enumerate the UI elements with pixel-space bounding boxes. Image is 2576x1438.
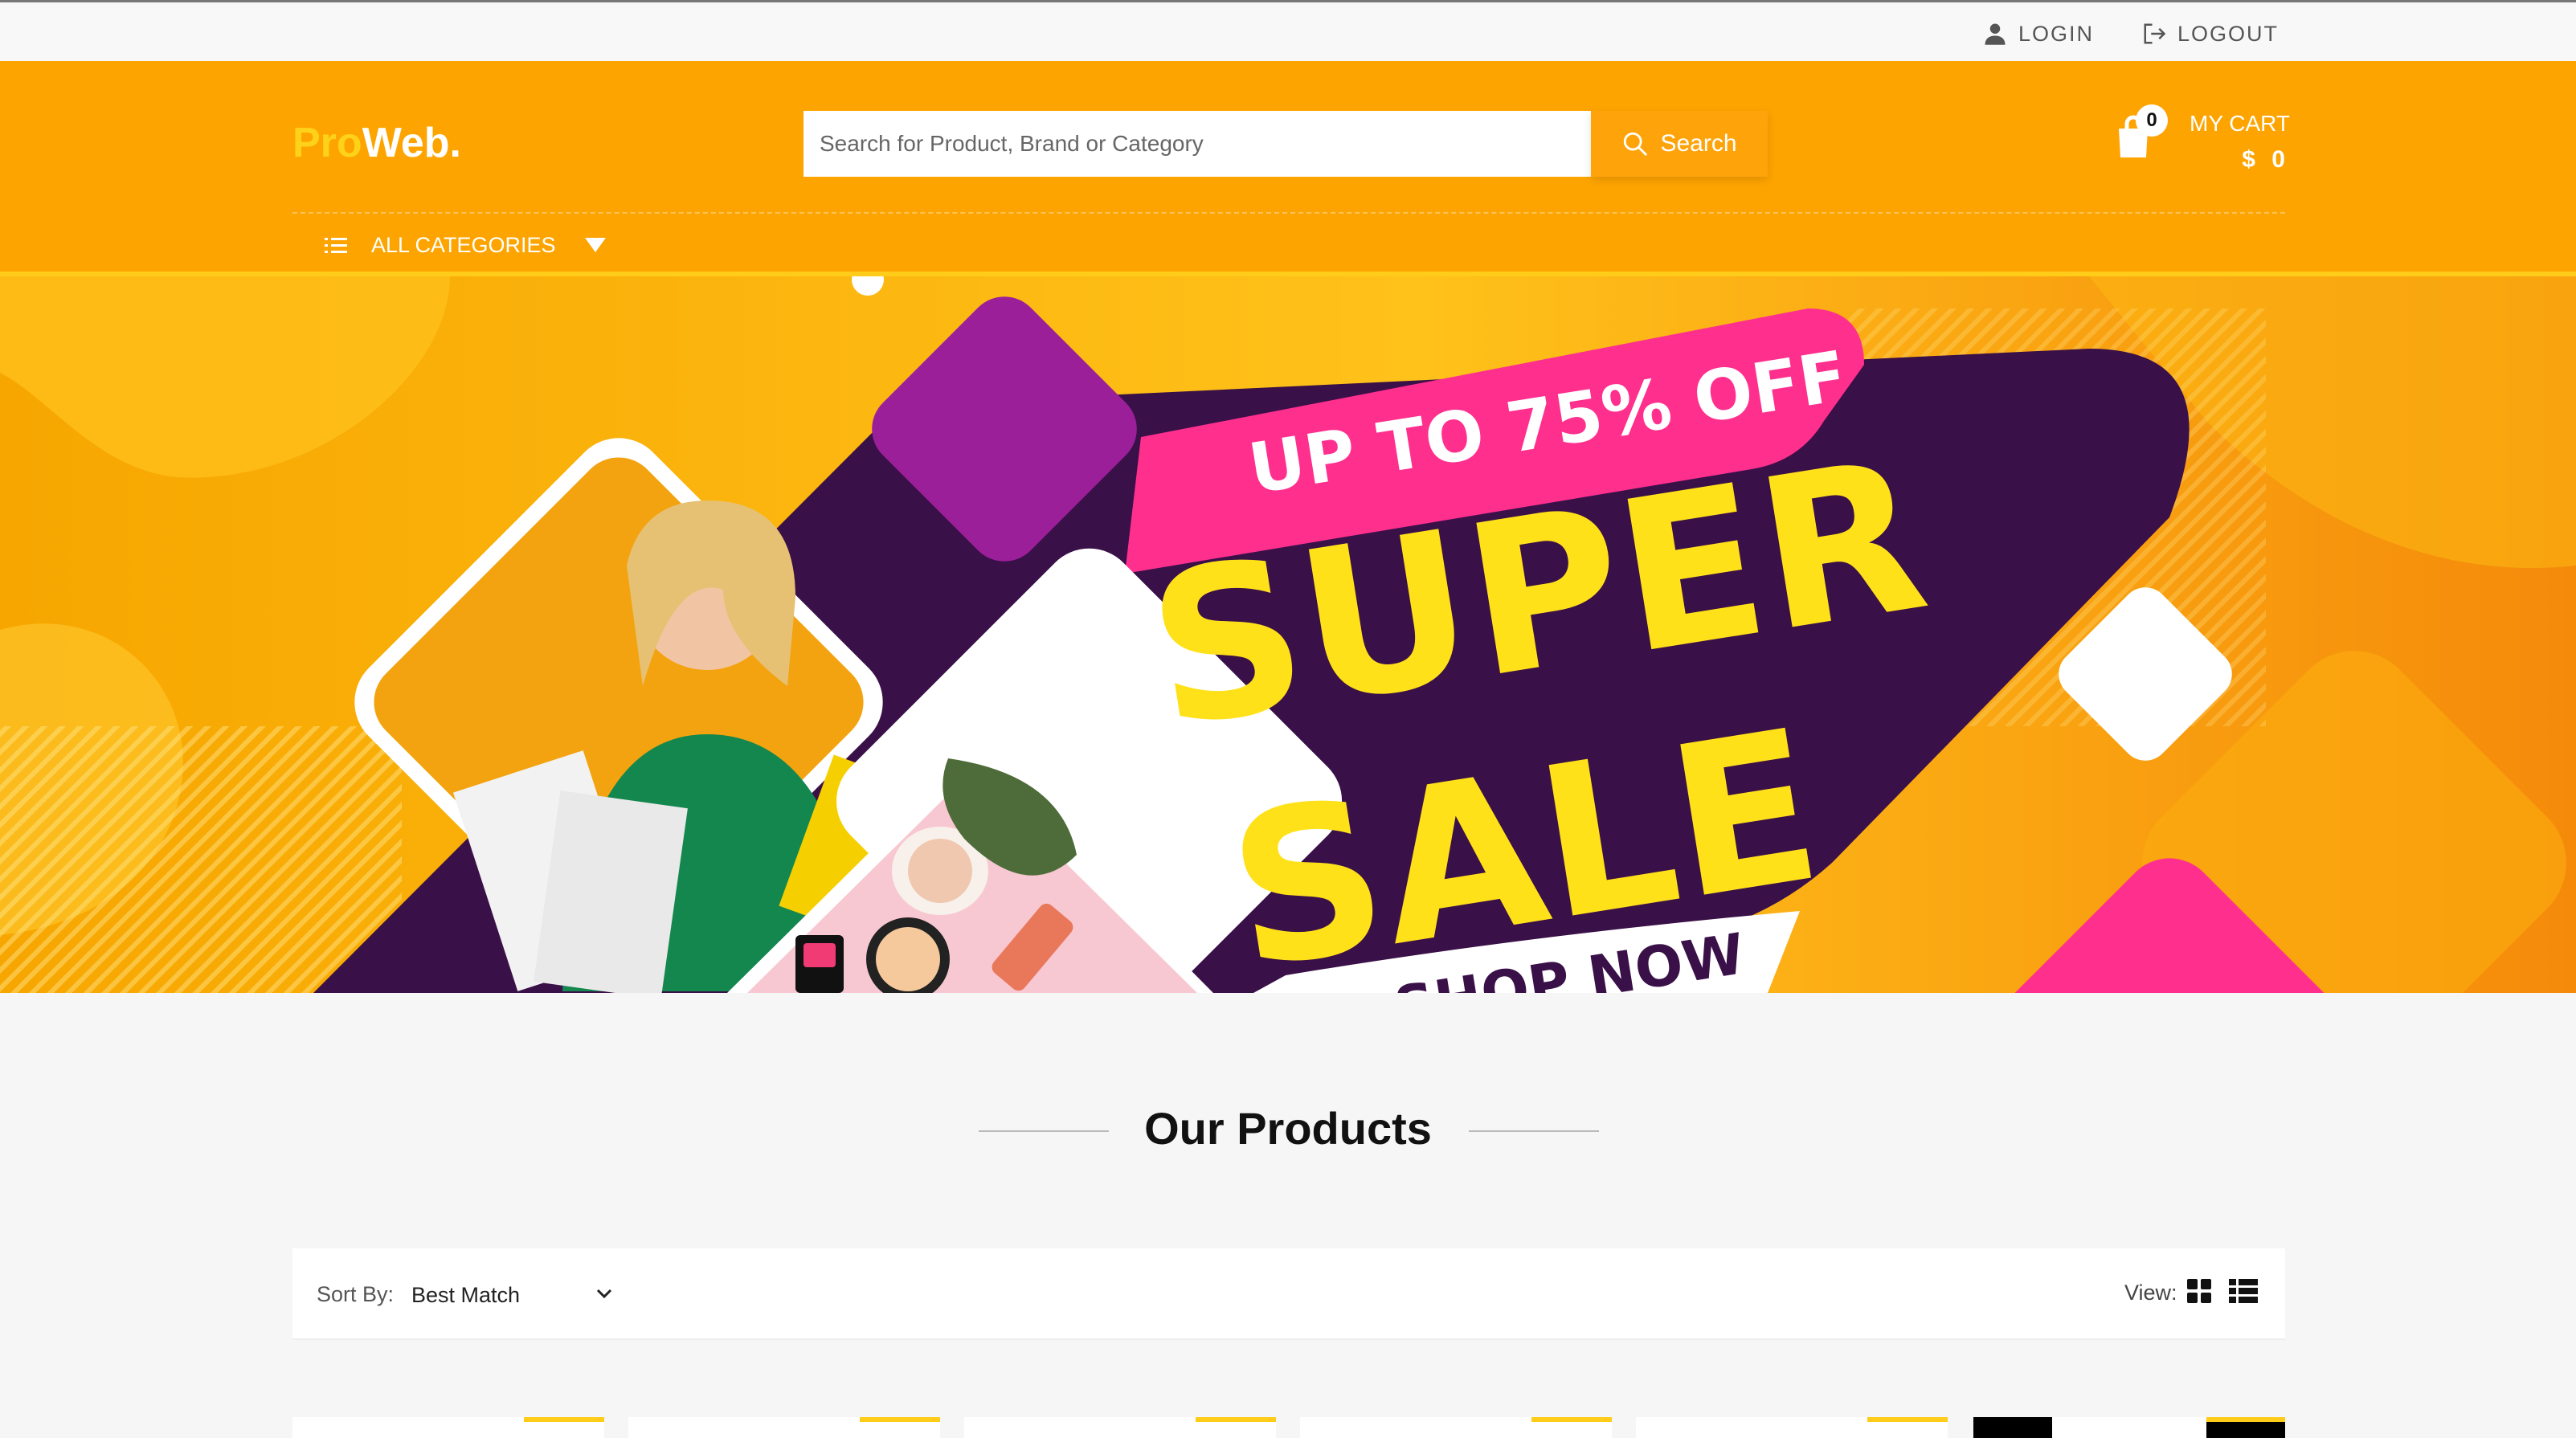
product-badge — [1531, 1417, 1612, 1422]
all-categories-menu[interactable]: ALL CATEGORIES — [325, 225, 606, 265]
chevron-down-icon — [596, 1289, 612, 1299]
logo-suffix: Web. — [362, 120, 461, 166]
login-label: LOGIN — [2018, 21, 2095, 46]
product-card[interactable] — [292, 1417, 604, 1438]
sort-toolbar: Sort By: Best Match View: — [292, 1248, 2285, 1340]
cart-count-badge: 0 — [2136, 104, 2168, 137]
product-grid — [292, 1417, 2285, 1438]
product-image — [1973, 1417, 2052, 1438]
login-link[interactable]: LOGIN — [1983, 20, 2094, 47]
cart-label: MY CART — [2190, 111, 2290, 136]
search-input[interactable] — [803, 111, 1591, 177]
header-divider — [292, 212, 2285, 214]
product-card[interactable] — [628, 1417, 940, 1438]
product-badge — [524, 1417, 604, 1422]
list-icon — [325, 238, 347, 253]
logout-label: LOGOUT — [2177, 21, 2280, 46]
cart-widget[interactable]: 0 MY CART $ 0 — [2113, 104, 2290, 177]
product-card[interactable] — [1636, 1417, 1948, 1438]
sort-select[interactable]: Best Match — [411, 1273, 612, 1317]
product-card[interactable] — [1300, 1417, 1612, 1438]
product-badge — [2206, 1417, 2285, 1422]
cart-total: $ 0 — [2242, 146, 2290, 173]
all-categories-label: ALL CATEGORIES — [371, 232, 556, 257]
hero-banner[interactable]: UP TO 75% OFF SUPER SALE SHOP NOW — [0, 276, 2576, 993]
product-card[interactable] — [964, 1417, 1276, 1438]
search-icon — [1624, 132, 1648, 157]
site-logo[interactable]: ProWeb. — [292, 119, 461, 167]
sort-label: Sort By: — [317, 1282, 395, 1306]
title-line-right — [1469, 1130, 1599, 1132]
sort-value: Best Match — [411, 1282, 521, 1307]
super-sale-banner-art: UP TO 75% OFF SUPER SALE SHOP NOW — [0, 276, 2576, 993]
top-utility-bar: LOGIN LOGOUT — [0, 0, 2576, 61]
search-button[interactable]: Search — [1591, 111, 1768, 177]
caret-down-icon — [584, 238, 606, 252]
logout-link[interactable]: LOGOUT — [2142, 20, 2279, 47]
product-badge — [1867, 1417, 1948, 1422]
product-card[interactable] — [1973, 1417, 2285, 1438]
logo-prefix: Pro — [292, 120, 362, 166]
section-title: Our Products — [1144, 1103, 1432, 1154]
product-badge — [860, 1417, 940, 1422]
grid-view-icon[interactable] — [2187, 1279, 2211, 1303]
view-label: View: — [2124, 1281, 2177, 1305]
list-view-icon[interactable] — [2229, 1279, 2258, 1303]
search-button-label: Search — [1660, 130, 1737, 157]
main-header: ProWeb. Search 0 MY CART $ 0 ALL CATEGOR… — [0, 61, 2576, 276]
user-icon — [1985, 23, 2006, 45]
product-badge — [1196, 1417, 1276, 1422]
logout-icon — [2144, 23, 2166, 44]
